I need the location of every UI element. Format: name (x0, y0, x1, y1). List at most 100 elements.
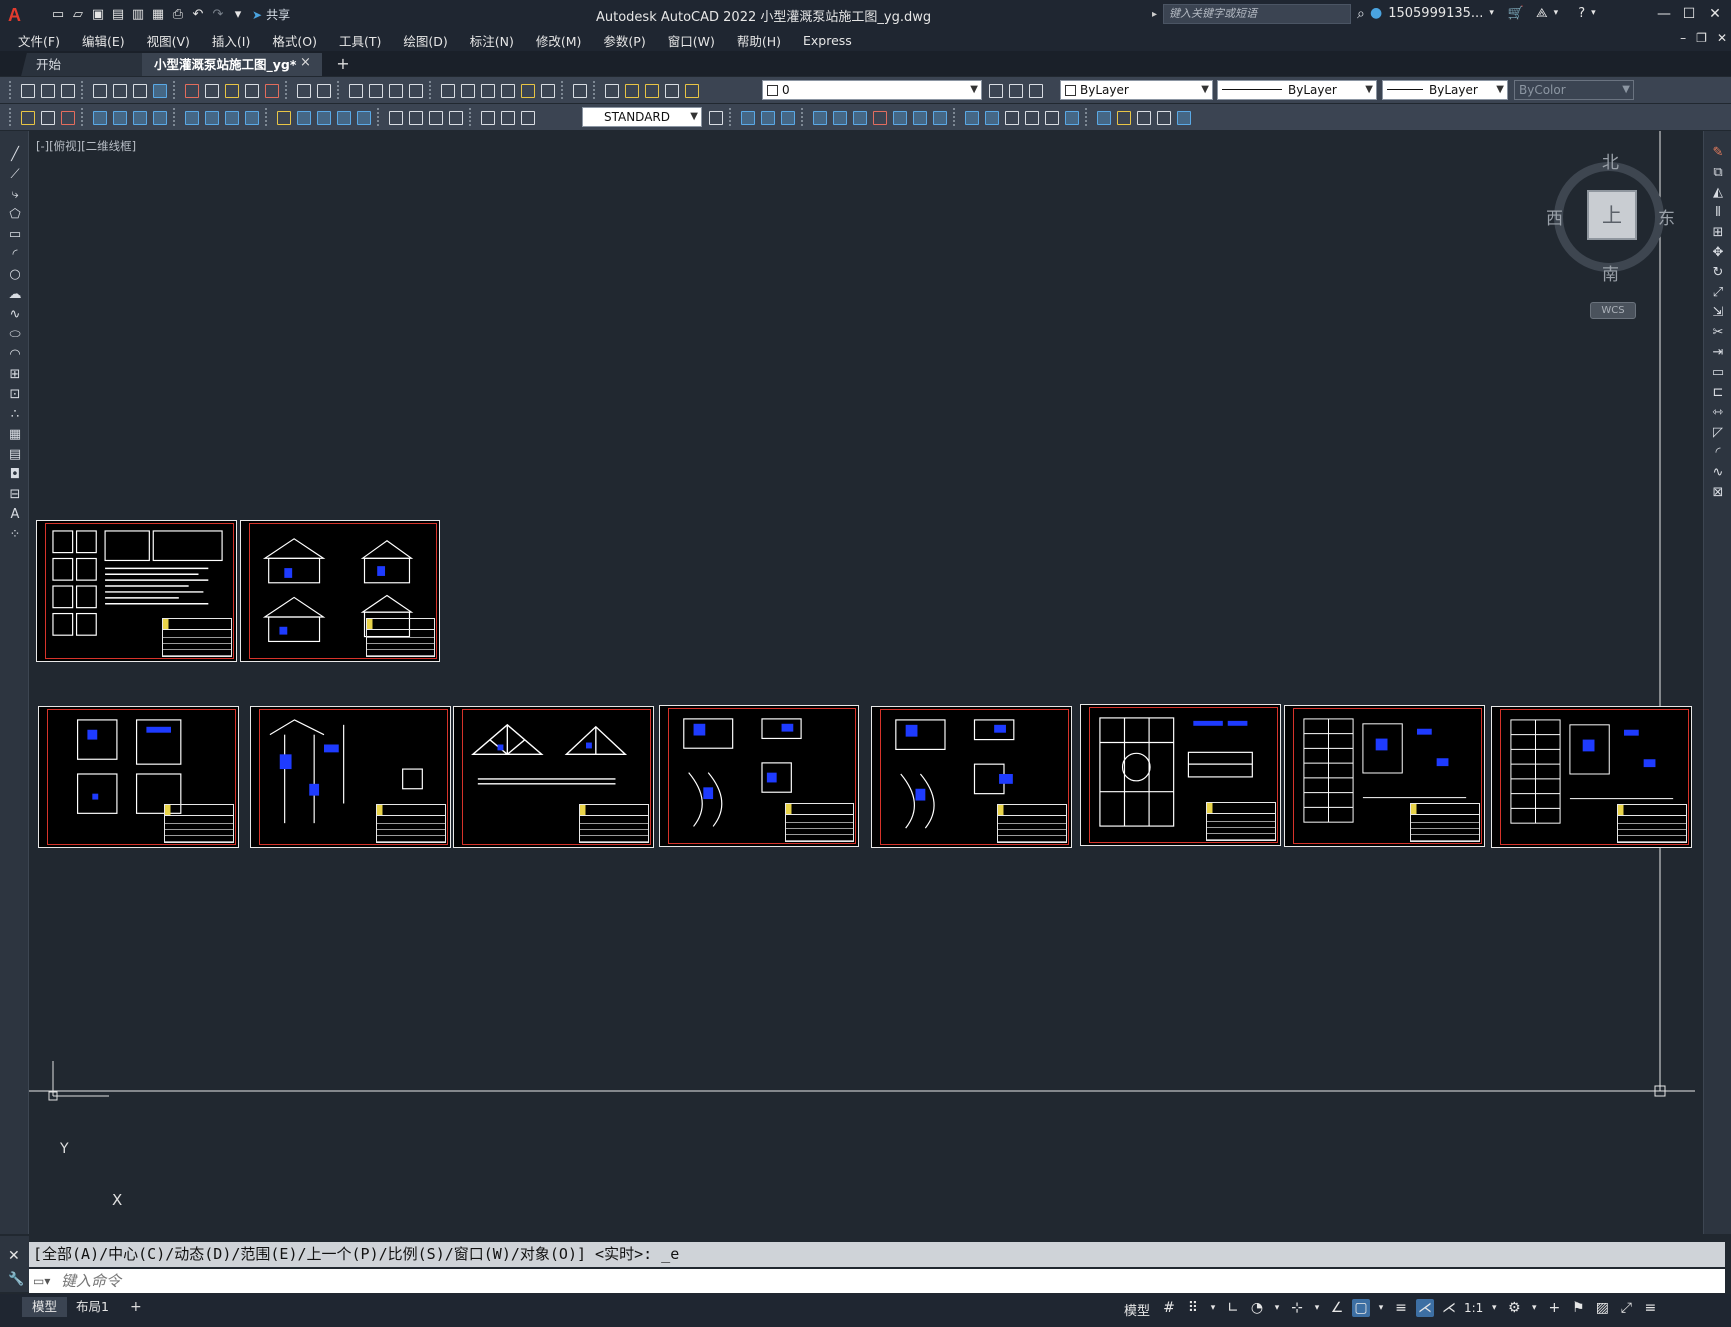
annotation-scale[interactable]: 1:1 (1464, 1299, 1483, 1317)
dimension-style-icon[interactable] (706, 108, 724, 126)
visual-style-icon[interactable] (962, 108, 980, 126)
explode-icon[interactable]: ⊠ (1710, 485, 1726, 501)
arc-length-icon[interactable] (130, 108, 148, 126)
user-menu[interactable]: ● 1505999135... ▾ 🛒 ⟁ ▾ ? ▾ (1370, 5, 1596, 21)
menu-edit[interactable]: 编辑(E) (73, 31, 134, 50)
polygon-icon[interactable]: ⬠ (7, 207, 23, 223)
compass-west[interactable]: 西 (1546, 204, 1563, 229)
add-layout-icon[interactable]: + (120, 1297, 152, 1317)
wedge-icon[interactable] (778, 108, 796, 126)
region-icon[interactable]: ◘ (7, 467, 23, 483)
new-tab-icon[interactable]: + (332, 53, 354, 75)
doc-close-icon[interactable]: ✕ (1717, 31, 1727, 45)
save-icon[interactable]: ▣ (90, 7, 106, 23)
paste-icon[interactable] (222, 81, 240, 99)
drawing-sheet[interactable] (36, 520, 237, 662)
stretch-icon[interactable]: ⇲ (1710, 305, 1726, 321)
viewcube-top-face[interactable]: 上 (1587, 190, 1637, 240)
aligned-dimension-icon[interactable] (110, 108, 128, 126)
quickcalc-icon[interactable] (538, 81, 556, 99)
publish-tool-icon[interactable] (130, 81, 148, 99)
continue-dimension-icon[interactable] (314, 108, 332, 126)
menu-file[interactable]: 文件(F) (9, 31, 69, 50)
minimize-icon[interactable]: — (1652, 3, 1676, 25)
dimension-break-icon[interactable] (354, 108, 372, 126)
layer-lock-icon[interactable] (682, 81, 700, 99)
osnap-dropdown-icon[interactable]: ▾ (1376, 1299, 1386, 1317)
cylinder-icon[interactable] (758, 108, 776, 126)
angular-dimension-icon[interactable] (242, 108, 260, 126)
join-icon[interactable]: ⇿ (1710, 405, 1726, 421)
lineweight-dropdown[interactable]: ByLayer ▼ (1382, 80, 1508, 100)
tab-document[interactable]: 小型灌溉泵站施工图_yg* (142, 53, 322, 76)
toolbar-grip[interactable] (9, 81, 13, 99)
flatshot-icon[interactable] (1022, 108, 1040, 126)
make-current-layer-icon[interactable] (986, 81, 1004, 99)
copy-object-icon[interactable]: ⧉ (1710, 165, 1726, 181)
layer-properties-icon[interactable] (602, 81, 620, 99)
construction-line-icon[interactable]: ⟋ (7, 167, 23, 183)
properties-icon[interactable] (438, 81, 456, 99)
subtract-icon[interactable] (910, 108, 928, 126)
hatch-icon[interactable]: ▦ (7, 427, 23, 443)
rotate-icon[interactable]: ↻ (1710, 265, 1726, 281)
drawing-sheet[interactable] (1080, 704, 1281, 846)
search-input[interactable]: 键入关键字或短语 (1163, 4, 1352, 24)
drawing-sheet[interactable] (1284, 705, 1485, 847)
diameter-dimension-icon[interactable] (222, 108, 240, 126)
union-icon[interactable] (890, 108, 908, 126)
color-dropdown[interactable]: ByLayer ▼ (1060, 80, 1213, 100)
table-icon[interactable]: ⊟ (7, 487, 23, 503)
menu-dimension[interactable]: 标注(N) (461, 31, 523, 50)
ordinate-dimension-icon[interactable] (150, 108, 168, 126)
linetype-dropdown[interactable]: ByLayer ▼ (1217, 80, 1377, 100)
menu-tools[interactable]: 工具(T) (330, 31, 390, 50)
image-icon[interactable] (1174, 108, 1192, 126)
drawing-sheet[interactable] (240, 520, 440, 662)
compass-south[interactable]: 南 (1602, 260, 1619, 285)
undo-tool-icon[interactable] (294, 81, 312, 99)
menu-draw[interactable]: 绘图(D) (394, 31, 456, 50)
redo-icon[interactable]: ↷ (210, 7, 226, 23)
linear-dimension-icon[interactable] (90, 108, 108, 126)
trim-icon[interactable]: ✂ (1710, 325, 1726, 341)
quick-dimension-icon[interactable] (274, 108, 292, 126)
object-snap-tracking-icon[interactable]: ⊹ (1288, 1299, 1306, 1317)
add-selected-icon[interactable]: ⁘ (7, 527, 23, 543)
pan-icon[interactable] (346, 81, 364, 99)
share-button[interactable]: ➤ 共享 (252, 6, 290, 23)
autocad-logo-icon[interactable]: A (8, 4, 30, 26)
hardware-acceleration-icon[interactable]: ▨ (1593, 1299, 1611, 1317)
grid-icon[interactable]: # (1160, 1299, 1178, 1317)
erase-icon[interactable]: ✎ (1710, 145, 1726, 161)
workspace-dropdown-icon[interactable]: ▾ (230, 7, 246, 23)
ellipse-icon[interactable]: ⬭ (7, 327, 23, 343)
search-icon[interactable]: ⌕ (1357, 6, 1365, 22)
dimension-text-edit-icon[interactable] (498, 108, 516, 126)
arc-icon[interactable]: ◜ (7, 247, 23, 263)
help-dropdown-icon[interactable]: ▾ (1591, 8, 1596, 18)
lineweight-toggle-icon[interactable]: ≡ (1392, 1299, 1410, 1317)
rectangle-icon[interactable]: ▭ (7, 227, 23, 243)
menu-express[interactable]: Express (794, 33, 861, 48)
compass-north[interactable]: 北 (1602, 148, 1619, 173)
tool-palettes-icon[interactable] (478, 81, 496, 99)
menu-help[interactable]: 帮助(H) (728, 31, 790, 50)
ellipse-arc-icon[interactable]: ◠ (7, 347, 23, 363)
menu-parametric[interactable]: 参数(P) (594, 31, 654, 50)
loft-icon[interactable] (870, 108, 888, 126)
make-block-icon[interactable]: ⊡ (7, 387, 23, 403)
close-icon[interactable]: ✕ (1703, 3, 1727, 25)
clip-icon[interactable] (1134, 108, 1152, 126)
line-icon[interactable]: ╱ (7, 147, 23, 163)
offset-icon[interactable]: ⫴ (1710, 205, 1726, 221)
layer-viewport-icon[interactable] (662, 81, 680, 99)
copy-icon[interactable] (202, 81, 220, 99)
toolbar-grip[interactable] (9, 108, 13, 126)
drawing-sheet[interactable] (871, 706, 1072, 848)
center-mark-icon[interactable] (406, 108, 424, 126)
save-file-icon[interactable] (58, 81, 76, 99)
scale-dropdown-icon[interactable]: ▾ (1489, 1299, 1499, 1317)
revolve-icon[interactable] (830, 108, 848, 126)
layer-freeze-icon[interactable] (642, 81, 660, 99)
